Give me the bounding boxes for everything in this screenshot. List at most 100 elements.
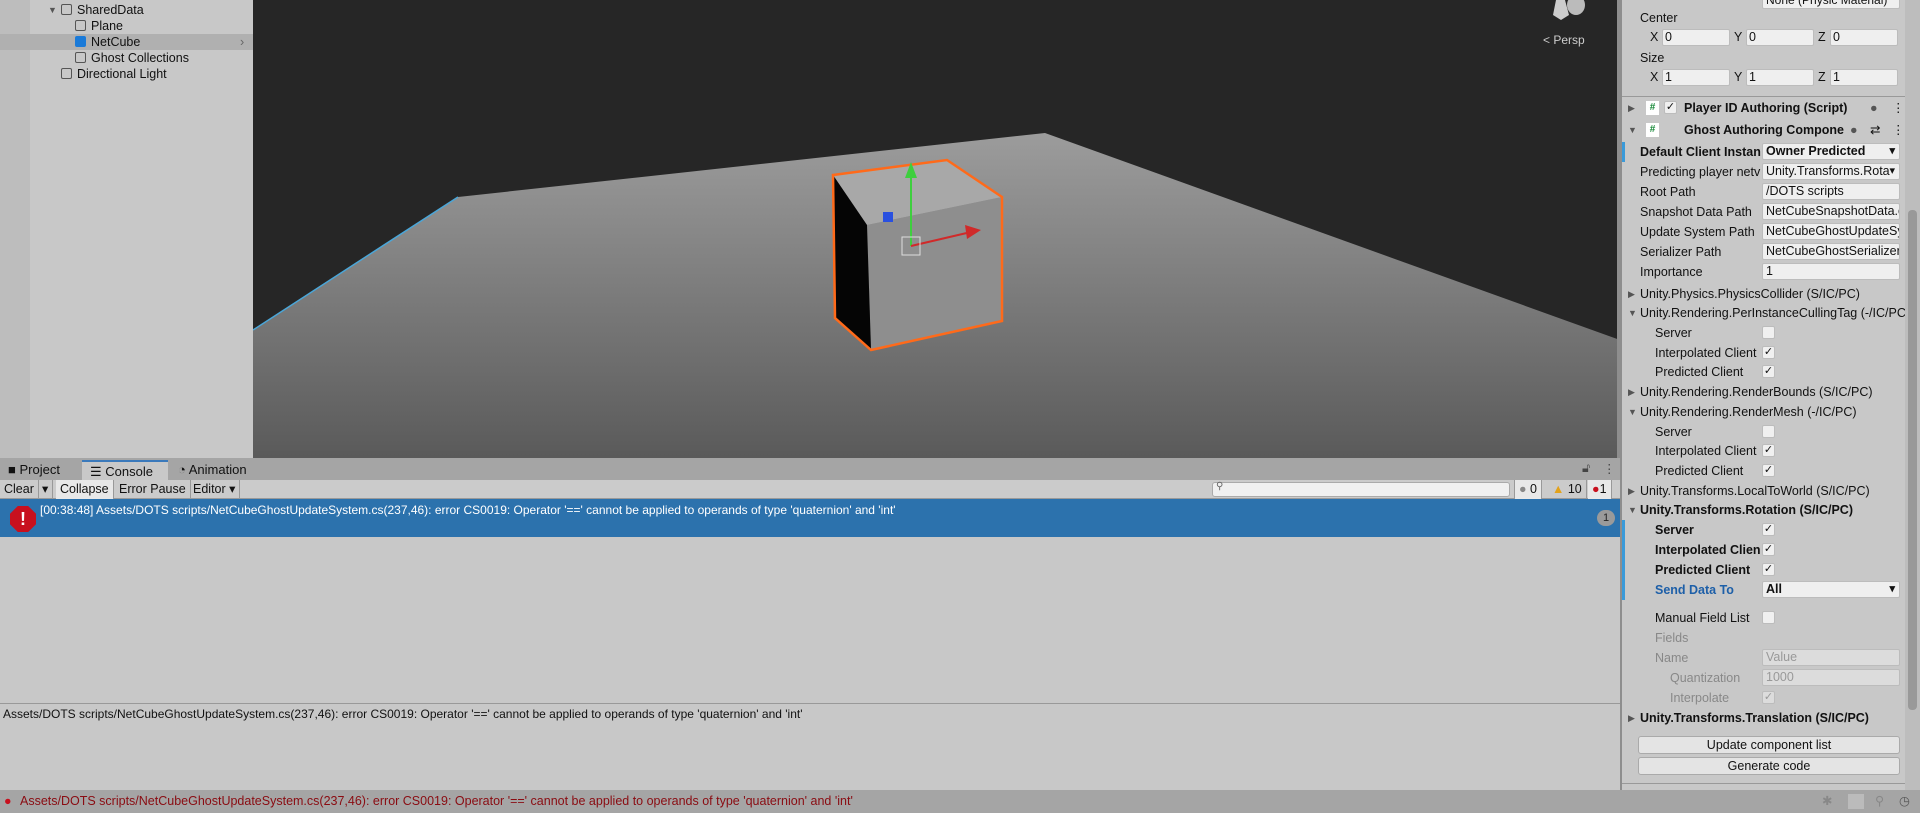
interpolated-checkbox[interactable]: ✓ xyxy=(1762,543,1775,556)
clear-button[interactable]: Clear xyxy=(0,480,39,499)
field-label: Importance xyxy=(1640,265,1703,279)
interpolated-checkbox[interactable]: ✓ xyxy=(1762,444,1775,457)
update-system-path-input[interactable]: NetCubeGhostUpdateSystem.cs xyxy=(1762,223,1900,240)
component-player-id[interactable]: ▶ # ✓ Player ID Authoring (Script) ● ⋮ xyxy=(1622,98,1905,118)
interpolated-checkbox[interactable]: ✓ xyxy=(1762,346,1775,359)
error-count: 1 xyxy=(1599,482,1607,496)
warning-filter-toggle[interactable]: ▲ 10 xyxy=(1548,480,1587,499)
progress-icon[interactable] xyxy=(1848,794,1864,809)
collapse-arrow-icon[interactable]: ▼ xyxy=(1628,402,1637,422)
default-client-dropdown[interactable]: Owner Predicted xyxy=(1762,143,1900,160)
projection-toggle[interactable]: < Persp xyxy=(1543,33,1585,47)
expand-arrow-icon[interactable]: ▼ xyxy=(48,2,57,18)
editor-dropdown[interactable]: Editor ▾ xyxy=(189,480,241,499)
predicted-checkbox[interactable]: ✓ xyxy=(1762,365,1775,378)
hierarchy-item-shareddata[interactable]: ▼ SharedData xyxy=(0,2,253,18)
center-z: Z0 xyxy=(1818,29,1898,46)
size-y-field[interactable]: 1 xyxy=(1746,69,1814,86)
hierarchy-item-directional-light[interactable]: Directional Light xyxy=(0,66,253,82)
gameobject-icon xyxy=(61,68,72,79)
serializer-path-field: Serializer Path NetCubeGhostSerializer.cs xyxy=(1622,242,1905,262)
component-local-to-world[interactable]: ▶ Unity.Transforms.LocalToWorld (S/IC/PC) xyxy=(1622,481,1905,501)
send-data-dropdown[interactable]: All xyxy=(1762,581,1900,598)
server-checkbox[interactable]: ✓ xyxy=(1762,523,1775,536)
error-pause-toggle[interactable]: Error Pause xyxy=(115,480,191,499)
update-component-list-button[interactable]: Update component list xyxy=(1638,736,1900,754)
expand-arrow-icon[interactable]: ▶ xyxy=(1628,98,1635,118)
predicted-checkbox[interactable]: ✓ xyxy=(1762,563,1775,576)
center-y: Y0 xyxy=(1734,29,1814,46)
more-options-icon[interactable]: ⋮ xyxy=(1603,461,1616,476)
prefab-icon xyxy=(75,36,86,47)
expand-arrow-icon[interactable]: ▶ xyxy=(1628,481,1635,501)
item-label: Plane xyxy=(91,19,123,33)
item-label: NetCube xyxy=(91,35,141,49)
component-label: Unity.Transforms.Rotation (S/IC/PC) xyxy=(1640,503,1853,517)
help-icon[interactable]: ● xyxy=(1870,98,1878,118)
scene-view[interactable]: < Persp xyxy=(253,0,1620,458)
lock-icon[interactable]: 🔓︎ xyxy=(1582,461,1590,476)
collapse-toggle[interactable]: Collapse xyxy=(56,480,114,499)
collapse-arrow-icon[interactable]: ▼ xyxy=(1628,120,1637,140)
tab-project[interactable]: ■ Project xyxy=(0,460,80,480)
manual-field-checkbox[interactable] xyxy=(1762,611,1775,624)
tab-animation[interactable]: ◔ Animation xyxy=(170,460,270,480)
enabled-checkbox[interactable]: ✓ xyxy=(1664,101,1677,114)
size-x-field[interactable]: 1 xyxy=(1662,69,1730,86)
root-path-input[interactable]: /DOTS scripts xyxy=(1762,183,1900,200)
collapse-arrow-icon[interactable]: ▼ xyxy=(1628,500,1637,520)
hierarchy-panel: ▼ SharedData Plane NetCube › Ghost Collect… xyxy=(0,0,253,458)
collapse-arrow-icon[interactable]: ▼ xyxy=(1628,303,1637,323)
detail-divider[interactable] xyxy=(0,703,1620,704)
center-y-field[interactable]: 0 xyxy=(1746,29,1814,46)
component-render-mesh[interactable]: ▼ Unity.Rendering.RenderMesh (-/IC/PC) xyxy=(1622,402,1905,422)
component-render-bounds[interactable]: ▶ Unity.Rendering.RenderBounds (S/IC/PC) xyxy=(1622,382,1905,402)
console-search-input[interactable] xyxy=(1212,482,1510,497)
item-label: Ghost Collections xyxy=(91,51,189,65)
importance-input[interactable]: 1 xyxy=(1762,263,1900,280)
hierarchy-item-ghost-collections[interactable]: Ghost Collections xyxy=(0,50,253,66)
error-filter-toggle[interactable]: ●1 xyxy=(1588,480,1612,499)
debug-icon[interactable]: ✱ xyxy=(1822,790,1832,813)
scrollbar-thumb[interactable] xyxy=(1908,210,1917,710)
more-icon[interactable]: ⋮ xyxy=(1892,98,1905,118)
hierarchy-item-netcube[interactable]: NetCube › xyxy=(0,34,253,50)
preset-icon[interactable]: ⇄ xyxy=(1870,120,1880,140)
center-label: Center xyxy=(1640,11,1678,25)
inspector-scrollbar[interactable] xyxy=(1905,0,1920,790)
info-filter-toggle[interactable]: ● 0 xyxy=(1514,480,1542,499)
cache-server-icon[interactable]: ◷ xyxy=(1899,790,1910,813)
serializer-path-input[interactable]: NetCubeGhostSerializer.cs xyxy=(1762,243,1900,260)
component-ghost-authoring[interactable]: ▼ # Ghost Authoring Componer ● ⇄ ⋮ xyxy=(1622,120,1905,140)
snapshot-path-input[interactable]: NetCubeSnapshotData.cs xyxy=(1762,203,1900,220)
entry-text: [00:38:48] Assets/DOTS scripts/NetCubeGh… xyxy=(40,503,896,517)
lighting-icon[interactable]: ⚲ xyxy=(1875,790,1884,813)
component-translation[interactable]: ▶ Unity.Transforms.Translation (S/IC/PC) xyxy=(1622,708,1905,728)
help-icon[interactable]: ● xyxy=(1850,120,1858,140)
component-physics-collider[interactable]: ▶ Unity.Physics.PhysicsCollider (S/IC/PC) xyxy=(1622,284,1905,304)
chevron-right-icon[interactable]: › xyxy=(240,34,244,50)
size-z-field[interactable]: 1 xyxy=(1830,69,1898,86)
predicting-player-dropdown[interactable]: Unity.Transforms.Rota xyxy=(1762,163,1900,180)
component-culling-tag[interactable]: ▼ Unity.Rendering.PerInstanceCullingTag (… xyxy=(1622,303,1905,323)
expand-arrow-icon[interactable]: ▶ xyxy=(1628,382,1635,402)
status-bar[interactable]: ● Assets/DOTS scripts/NetCubeGhostUpdate… xyxy=(0,790,1920,813)
size-label: Size xyxy=(1640,51,1665,65)
expand-arrow-icon[interactable]: ▶ xyxy=(1628,708,1635,728)
server-checkbox[interactable] xyxy=(1762,326,1775,339)
clear-options-dropdown[interactable]: ▾ xyxy=(38,480,54,499)
component-rotation[interactable]: ▼ Unity.Transforms.Rotation (S/IC/PC) xyxy=(1622,500,1905,520)
console-entry[interactable]: ! [00:38:48] Assets/DOTS scripts/NetCube… xyxy=(0,499,1620,537)
scene-canvas[interactable] xyxy=(253,0,1620,458)
console-panel: ■ Project ☰ Console ◔ Animation 🔓︎ ⋮ Cle… xyxy=(0,458,1620,790)
more-icon[interactable]: ⋮ xyxy=(1892,120,1905,140)
center-x-field[interactable]: 0 xyxy=(1662,29,1730,46)
tab-console[interactable]: ☰ Console xyxy=(82,460,168,480)
generate-code-button[interactable]: Generate code xyxy=(1638,757,1900,775)
hierarchy-item-plane[interactable]: Plane xyxy=(0,18,253,34)
predicted-checkbox[interactable]: ✓ xyxy=(1762,464,1775,477)
importance-field: Importance 1 xyxy=(1622,262,1905,282)
expand-arrow-icon[interactable]: ▶ xyxy=(1628,284,1635,304)
server-checkbox[interactable] xyxy=(1762,425,1775,438)
center-z-field[interactable]: 0 xyxy=(1830,29,1898,46)
